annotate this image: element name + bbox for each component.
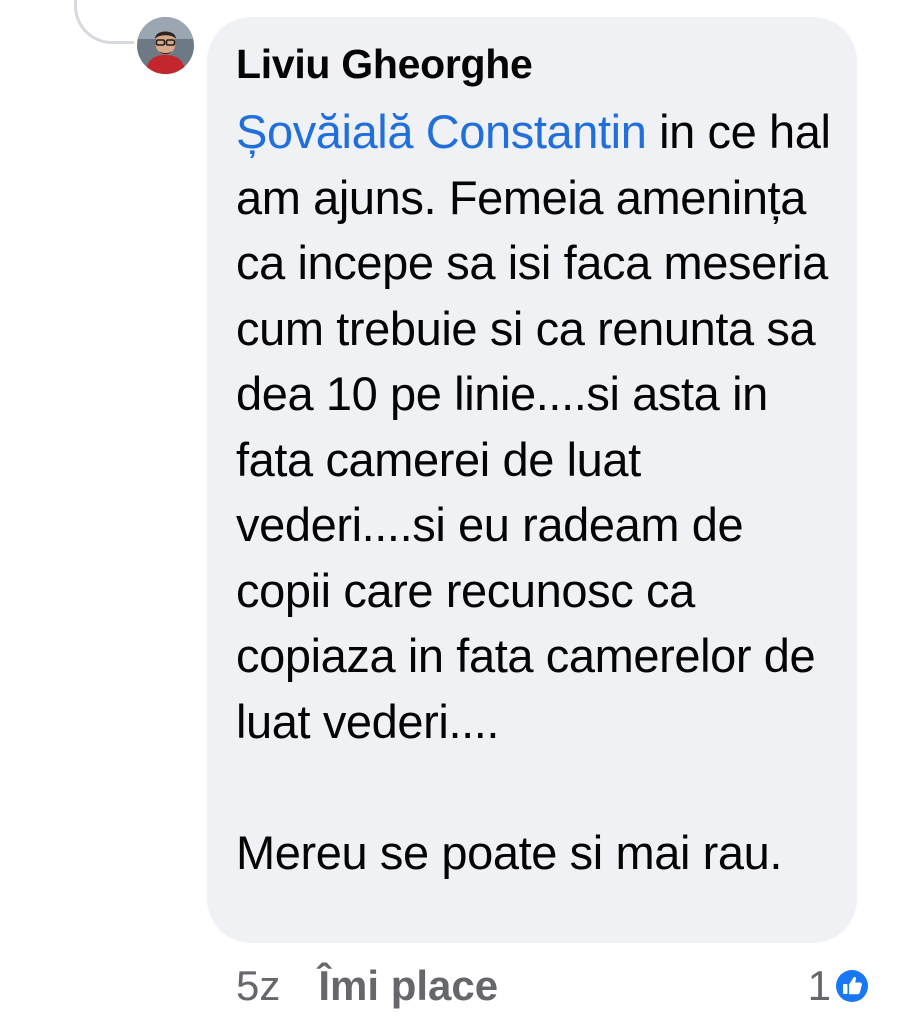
like-icon <box>833 967 871 1005</box>
thread-connector-line <box>74 0 134 44</box>
comment-thread: Liviu Gheorghe Șovăială Constantin in ce… <box>0 0 899 1024</box>
comment-text: in ce hal am ajuns. Femeia amenința ca i… <box>236 105 831 879</box>
comment-timestamp[interactable]: 5z <box>236 962 280 1010</box>
reaction-count: 1 <box>807 962 831 1009</box>
avatar[interactable] <box>137 17 194 74</box>
comment-bubble: Liviu Gheorghe Șovăială Constantin in ce… <box>207 17 857 943</box>
comment-author-name[interactable]: Liviu Gheorghe <box>236 39 837 89</box>
comment-actions: 5z Îmi place <box>236 958 498 1014</box>
reaction-summary[interactable]: 1 <box>808 958 871 1014</box>
mention-link[interactable]: Șovăială Constantin <box>236 105 647 158</box>
comment-body: Șovăială Constantin in ce hal am ajuns. … <box>236 99 837 885</box>
like-button[interactable]: Îmi place <box>318 962 498 1010</box>
